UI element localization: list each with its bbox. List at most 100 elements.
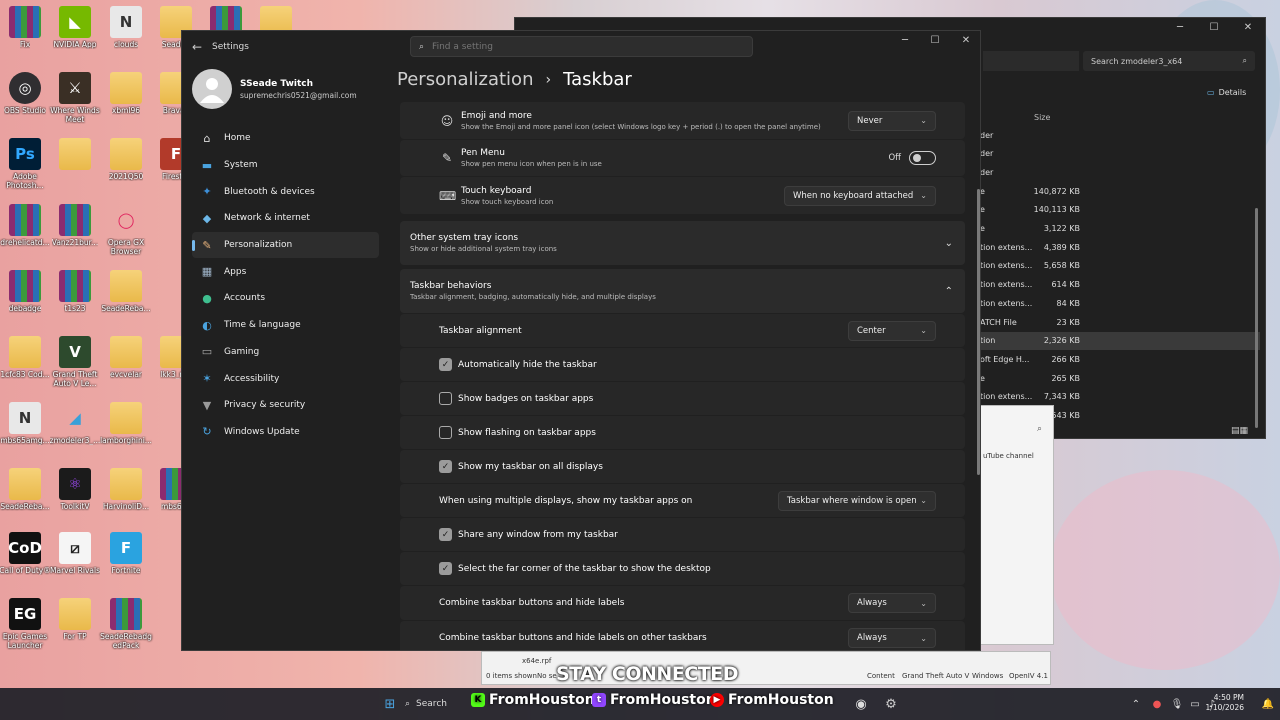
sidebar-item-privacy-security[interactable]: ▼ Privacy & security [192,392,379,419]
auto-hide-checkbox[interactable]: ✓ [439,358,452,371]
desktop-icon-toolkitv[interactable]: ⚛ ToolkitV [46,468,104,511]
minimize-icon[interactable]: ─ [890,35,920,46]
settings-search-input[interactable] [432,41,713,52]
far-corner-row[interactable]: ✓ Select the far corner of the taskbar t… [400,552,965,585]
maximize-icon[interactable]: ☐ [1197,18,1231,33]
file-row[interactable]: tion 2,326 KB [980,331,1260,350]
file-row[interactable]: e 140,872 KB [980,182,1260,200]
file-type: der [980,167,994,177]
far-corner-checkbox[interactable]: ✓ [439,562,452,575]
emoji-dropdown[interactable]: Never ⌄ [848,110,936,131]
flashing-checkbox[interactable] [439,426,452,439]
sidebar-item-bluetooth-devices[interactable]: ✦ Bluetooth & devices [192,178,379,205]
settings-scrollbar[interactable] [977,189,980,475]
share-window-row[interactable]: ✓ Share any window from my taskbar [400,518,965,551]
sidebar-item-accessibility[interactable]: ✶ Accessibility [192,365,379,392]
auto-hide-row[interactable]: ✓ Automatically hide the taskbar [400,348,965,381]
desktop-icon-vanz21bur[interactable]: Vanz21bur... [46,204,104,247]
desktop-icon-seaderebadg-edpack[interactable]: SeadeRebadg edPack [97,598,155,650]
file-size: 7,343 KB [1043,392,1080,402]
desktop-icon-fortnite[interactable]: F Fortnite [97,532,155,575]
desktop-icon-lamborghini[interactable]: lamborghini... [97,402,155,445]
file-row[interactable]: der [980,126,1260,144]
flashing-row[interactable]: Show flashing on taskbar apps [400,416,965,449]
multi-display-dropdown[interactable]: Taskbar where window is open ⌄ [778,490,936,511]
close-icon[interactable]: ✕ [1231,18,1265,33]
address-bar[interactable] [983,51,1079,71]
file-row[interactable]: tion extens... 5,658 KB [980,257,1260,275]
desktop-icon-opera-gx-browser[interactable]: ◯ Opera GX Browser [97,204,155,256]
maximize-icon[interactable]: ☐ [920,35,950,46]
alignment-dropdown[interactable]: Center ⌄ [848,320,936,341]
steam-icon[interactable]: ◉ [851,694,871,714]
file-row[interactable]: tion extens... 4,389 KB [980,238,1260,256]
close-icon[interactable]: ✕ [951,35,980,46]
taskbar-clock[interactable]: 4:50 PM 1/10/2026 [1206,693,1244,713]
file-row[interactable]: tion extens... 7,343 KB [980,388,1260,406]
start-windows-icon[interactable]: ⊞ [380,694,400,714]
pen-menu-toggle[interactable] [909,151,936,165]
breadcrumb-parent[interactable]: Personalization [397,69,533,90]
desktop-icon-nvidia-app[interactable]: ◣ NVIDIA App [46,6,104,49]
all-displays-row[interactable]: ✓ Show my taskbar on all displays [400,450,965,483]
combine-other-dropdown[interactable]: Always ⌄ [848,628,936,648]
openiv-dialog[interactable]: uTube channel ⌕ [976,405,1054,645]
sidebar-item-system[interactable]: ▬ System [192,152,379,179]
file-row[interactable]: e 3,122 KB [980,220,1260,238]
sidebar-item-accounts[interactable]: ● Accounts [192,285,379,312]
file-row[interactable]: e 265 KB [980,369,1260,387]
file-row[interactable]: e 140,113 KB [980,201,1260,219]
file-row[interactable]: oft Edge H... 266 KB [980,350,1260,368]
settings-search-box[interactable]: ⌕ [410,36,753,57]
other-tray-icons-expander[interactable]: Other system tray icons Show or hide add… [400,221,965,265]
tray-app-icon[interactable]: ● [1147,694,1167,714]
desktop-icon-item-11[interactable] [46,138,104,172]
details-button[interactable]: ▭ Details [1207,88,1246,97]
share-window-checkbox[interactable]: ✓ [439,528,452,541]
desktop-icon-label: Where Winds Meet [50,106,100,124]
touch-keyboard-dropdown[interactable]: When no keyboard attached ⌄ [784,185,936,206]
desktop-icon-marvel-rivals[interactable]: ⧄ Marvel Rivals [46,532,104,575]
gamepad-icon: ▭ [201,345,213,359]
desktop-icon-where-winds-meet[interactable]: ⚔ Where Winds Meet [46,72,104,124]
explorer-search-box[interactable]: Search zmodeler3_x64 ⌕ [1083,51,1255,71]
file-row[interactable]: der [980,145,1260,163]
size-column-header[interactable]: Size [1034,113,1050,122]
settings-gear-icon[interactable]: ⚙ [881,694,901,714]
desktop-icon-t1s23[interactable]: t1s23 [46,270,104,313]
desktop-icon-for-tp[interactable]: For TP [46,598,104,641]
desktop-icon-zmodeler3[interactable]: ◢ zmodeler3_... [46,402,104,445]
sidebar-item-time-language[interactable]: ◐ Time & language [192,312,379,339]
file-row[interactable]: tion extens... 84 KB [980,294,1260,312]
file-row[interactable]: der [980,163,1260,181]
desktop-icon-label: drehelicatd... [0,238,50,247]
avatar[interactable] [192,69,232,109]
sidebar-item-windows-update[interactable]: ↻ Windows Update [192,419,379,446]
sidebar-item-gaming[interactable]: ▭ Gaming [192,339,379,366]
file-row[interactable]: ATCH File 23 KB [980,313,1260,331]
desktop-icon-seadereba[interactable]: SeadeReba... [97,270,155,313]
microphone-icon[interactable]: 🎙 [1167,694,1187,714]
taskbar-search[interactable]: ⌕ Search [405,693,465,715]
view-toggle-icon[interactable]: ▤▦ [1231,426,1248,436]
notification-bell-icon[interactable]: 🔔 [1258,694,1278,714]
taskbar-behaviors-expander[interactable]: Taskbar behaviors Taskbar alignment, bad… [400,269,965,313]
archive-file-name[interactable]: x64e.rpf [522,657,551,665]
desktop-icon-grand-theft-auto-v-le[interactable]: V Grand Theft Auto V Le... [46,336,104,388]
sidebar-item-apps[interactable]: ▦ Apps [192,258,379,285]
badges-checkbox[interactable] [439,392,452,405]
badges-row[interactable]: Show badges on taskbar apps [400,382,965,415]
explorer-scrollbar[interactable] [1255,208,1258,428]
combine-dropdown[interactable]: Always ⌄ [848,593,936,613]
file-row[interactable]: tion extens... 614 KB [980,276,1260,294]
search-icon[interactable]: ⌕ [1037,424,1042,434]
chevron-up-icon[interactable]: ⌃ [1126,694,1146,714]
back-arrow-icon[interactable]: ← [182,40,212,54]
all-displays-checkbox[interactable]: ✓ [439,460,452,473]
sidebar-item-network-internet[interactable]: ◆ Network & internet [192,205,379,232]
user-profile[interactable]: SSeade Twitch supremechris0521@gmail.com [192,69,357,109]
settings-window[interactable]: ← Settings ⌕ ─ ☐ ✕ SSeade Twitch supreme… [181,30,981,651]
sidebar-item-personalization[interactable]: ✎ Personalization [192,231,379,259]
minimize-icon[interactable]: ─ [1163,18,1197,33]
sidebar-item-home[interactable]: ⌂ Home [192,125,379,152]
